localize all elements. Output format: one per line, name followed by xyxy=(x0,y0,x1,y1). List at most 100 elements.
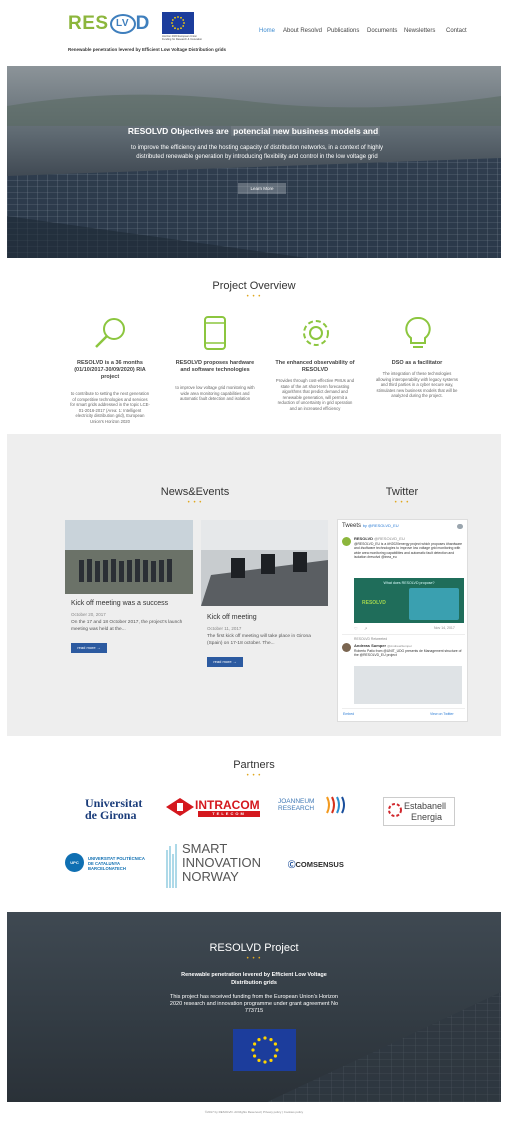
hero-title-b: potencial new business models and xyxy=(231,126,381,136)
overview-dots: • • • xyxy=(246,294,262,300)
tweet-date[interactable]: Nov 14, 2017 xyxy=(434,626,455,630)
overview-title: Project Overview xyxy=(212,280,296,292)
share-icon[interactable]: ↗ xyxy=(364,626,367,631)
overview-item-text: to improve low voltage grid monitoring w… xyxy=(175,385,255,401)
upc-emblem-label: UPC xyxy=(70,860,79,865)
overview-item-title: RESOLVD is a 36 months (01/10/2017-30/09… xyxy=(74,360,146,380)
partners-title: Partners xyxy=(233,759,275,771)
tweet-image[interactable]: What does RESOLVD propose? RESOLVD xyxy=(354,578,464,623)
nav-publications[interactable]: Publications xyxy=(327,28,359,34)
overview-item-text: The integration of these technologies al… xyxy=(376,371,458,398)
intracom-diamond-icon xyxy=(166,798,194,816)
solar-panels-image xyxy=(7,94,501,258)
overview-item-title: RESOLVD proposes hardware and software t… xyxy=(175,360,255,373)
tweet-author[interactable]: RESOLVD @RESOLVD_EU xyxy=(354,536,405,541)
news-post-date: October 20, 2017 xyxy=(71,612,106,617)
nav-newsletters[interactable]: Newsletters xyxy=(404,28,435,34)
read-more-button[interactable]: read more → xyxy=(207,657,243,667)
tweets-label: Tweets xyxy=(342,523,362,529)
partner-intracom-sub: TELECOM xyxy=(198,811,260,817)
footer-subtitle: Renewable penetration levered by Efficie… xyxy=(181,972,327,986)
overview-item-title: DSO as a facilitator xyxy=(391,360,443,366)
retweet-label: RESOLVD Retweeted xyxy=(354,637,388,641)
partner-joanneum-line1: JOANNEUM xyxy=(278,798,315,805)
overview-item-text: Provides through cost-effective PMUs and… xyxy=(275,378,355,411)
footer-dots: • • • xyxy=(246,956,262,962)
tweets-handle[interactable]: by @RESOLVD_EU xyxy=(363,523,399,528)
hero-subtitle: to improve the efficiency and the hostin… xyxy=(130,145,384,160)
partner-estabanell-line1: Estabanell xyxy=(404,801,447,811)
view-on-twitter-link[interactable]: View on Twitter xyxy=(430,712,454,716)
lightbulb-icon xyxy=(405,316,431,348)
nav-contact[interactable]: Contact xyxy=(446,28,467,34)
eu-caption: Horizon 2020 European Union Funding for … xyxy=(162,35,203,41)
news-image-meeting-room[interactable] xyxy=(201,520,328,606)
tweet-thumbnails[interactable] xyxy=(354,666,462,704)
avatar xyxy=(342,537,351,546)
logo-d: D xyxy=(135,13,150,34)
read-more-button[interactable]: read more → xyxy=(71,643,107,653)
tweet-image-caption: What does RESOLVD propose? xyxy=(383,581,435,585)
tweet-author-name: Andreas Sumper xyxy=(354,643,387,648)
hero-banner: RESOLVD Objectives are potencial new bus… xyxy=(7,66,501,258)
embed-link[interactable]: Embed xyxy=(343,712,354,716)
partners-dots: • • • xyxy=(246,773,262,779)
tweet-author-name: RESOLVD xyxy=(354,536,374,541)
news-image-group-photo[interactable] xyxy=(65,520,193,594)
news-post-excerpt: The first kick off meeting will take pla… xyxy=(207,634,311,646)
eu-flag-icon xyxy=(162,12,194,34)
partner-sin-line1: SMART xyxy=(182,841,228,856)
resolvd-logo[interactable]: RES LV D xyxy=(68,13,150,35)
partner-joanneum-line2: RESEARCH xyxy=(278,805,315,812)
partner-estabanell-line2: Energia xyxy=(411,812,443,822)
overview-item-text: to contribute to setting the next genera… xyxy=(70,391,150,424)
partner-sin-logo[interactable]: SMART INNOVATION NORWAY xyxy=(165,842,265,890)
partner-udg-logo[interactable]: Universitat de Girona xyxy=(85,797,142,821)
hero-title: RESOLVD Objectives are potencial new bus… xyxy=(7,126,501,136)
tweet-author-handle: @RESOLVD_EU xyxy=(374,536,405,541)
partner-sin-line2: INNOVATION xyxy=(182,855,261,870)
logo-text: RES xyxy=(68,13,109,34)
site-tagline: Renewable penetration levered by Efficie… xyxy=(68,47,226,52)
site-header: RES LV D Horizon 2020 European Union Fundi… xyxy=(0,0,508,62)
eu-flag-icon xyxy=(233,1029,296,1071)
tweets-header: Tweets by @RESOLVD_EU xyxy=(342,523,399,529)
twitter-bird-icon xyxy=(457,524,463,529)
news-post-date: October 11, 2017 xyxy=(207,626,242,631)
learn-more-button[interactable]: Learn More xyxy=(238,183,286,194)
partner-comsensus-name: COMSENSUS xyxy=(295,860,344,869)
upc-emblem-icon: UPC xyxy=(65,853,84,872)
news-post-title[interactable]: Kick off meeting was a success xyxy=(71,600,168,607)
news-post-title[interactable]: Kick off meeting xyxy=(207,614,257,621)
partner-estabanell-logo[interactable]: Estabanell Energia xyxy=(383,797,455,826)
footer-title: RESOLVD Project xyxy=(209,942,299,954)
partner-upc-line3: BARCELONATECH xyxy=(88,866,126,871)
comsensus-c-icon: Ⓒ xyxy=(288,860,296,869)
partner-sin-line3: NORWAY xyxy=(182,869,239,884)
nav-documents[interactable]: Documents xyxy=(367,28,397,34)
tweet-author-handle: @AndreasSumper xyxy=(387,644,412,648)
tweet-author[interactable]: Andreas Sumper @AndreasSumper xyxy=(354,643,412,648)
nav-about[interactable]: About Resolvd xyxy=(283,28,322,34)
heart-icon[interactable]: ♡ xyxy=(354,626,358,631)
twitter-dots: • • • xyxy=(394,500,410,506)
joanneum-waves-icon xyxy=(326,796,345,814)
tablet-icon xyxy=(204,316,226,350)
avatar xyxy=(342,643,351,652)
partner-joanneum-logo[interactable]: JOANNEUM RESEARCH xyxy=(278,796,345,814)
news-dots: • • • xyxy=(187,500,203,506)
partner-udg-line2: de Girona xyxy=(85,808,137,822)
copyright-text: ©2017 by RESOLVD. All Rights Reserved | … xyxy=(204,1110,304,1114)
partner-intracom-name: INTRACOM xyxy=(195,798,260,812)
partner-comsensus-logo[interactable]: ⒸCOMSENSUS xyxy=(288,859,344,870)
footer-funding-text: This project has received funding from t… xyxy=(169,994,339,1014)
overview-item-title: The enhanced observability of RESOLVD xyxy=(275,360,355,373)
twitter-widget[interactable]: Tweets by @RESOLVD_EU RESOLVD @RESOLVD_E… xyxy=(337,519,468,722)
tweet-text: Roberto Patio from @UNIT_UDG presents de… xyxy=(354,649,462,658)
estabanell-flower-icon xyxy=(388,803,402,817)
news-post-excerpt: On the 17 and 18 October 2017, the proje… xyxy=(71,620,183,632)
twitter-title: Twitter xyxy=(385,486,419,498)
hero-title-a: RESOLVD Objectives are xyxy=(127,126,229,136)
nav-home[interactable]: Home xyxy=(259,28,275,34)
magnifier-icon xyxy=(95,318,125,348)
